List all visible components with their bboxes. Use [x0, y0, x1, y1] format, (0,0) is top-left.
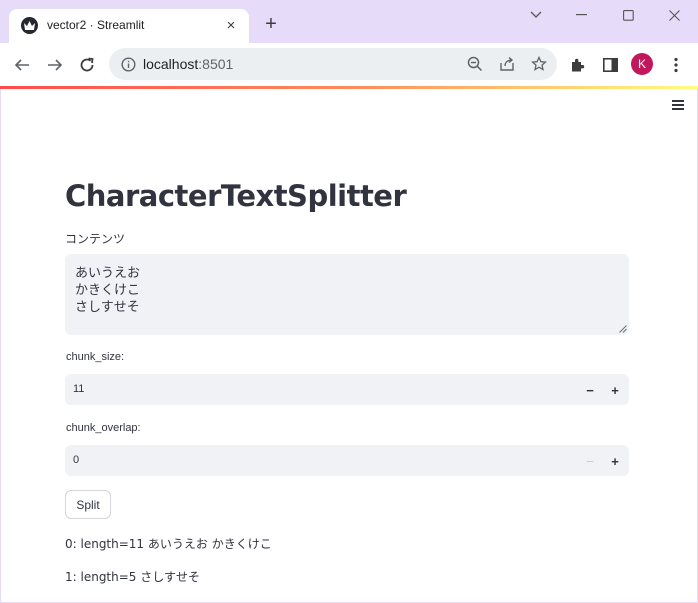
close-window-icon[interactable] [660, 4, 688, 26]
tab-search-icon[interactable] [522, 4, 550, 26]
new-tab-button[interactable]: + [260, 13, 282, 35]
chunk-overlap-input[interactable]: 0 − + [65, 445, 629, 476]
streamlit-crown-icon [21, 17, 38, 34]
address-bar[interactable]: localhost:8501 [109, 48, 557, 80]
chunk-size-input[interactable]: 11 − + [65, 374, 629, 405]
url-host: localhost [143, 56, 199, 72]
extensions-puzzle-icon[interactable] [568, 55, 588, 75]
tab-title: vector2 · Streamlit [47, 18, 145, 32]
forward-arrow-icon[interactable] [42, 52, 68, 78]
chunk-overlap-label: chunk_overlap: [66, 422, 141, 434]
content-textarea-value: あいうえお かきくけこ さしすせそ [75, 266, 141, 315]
result-line-0: 0: length=11 あいうえお かきくけこ [65, 537, 272, 551]
url-text: localhost:8501 [143, 56, 233, 72]
resize-grip-icon[interactable] [619, 325, 627, 333]
chunk-overlap-increment-button[interactable]: + [604, 450, 626, 472]
side-panel-icon[interactable] [600, 55, 620, 75]
chunk-size-value: 11 [73, 383, 85, 395]
site-info-icon[interactable] [119, 55, 137, 73]
maximize-icon[interactable] [614, 4, 642, 26]
chunk-size-increment-button[interactable]: + [604, 379, 626, 401]
zoom-out-icon[interactable] [466, 55, 484, 73]
share-icon[interactable] [498, 55, 516, 73]
chunk-size-decrement-button[interactable]: − [579, 379, 601, 401]
browser-tab[interactable]: vector2 · Streamlit × [9, 9, 249, 43]
more-menu-icon[interactable] [666, 55, 686, 75]
close-tab-icon[interactable]: × [222, 16, 240, 34]
streamlit-page: CharacterTextSplitter コンテンツ あいうえお かきくけこ … [1, 89, 697, 602]
browser-toolbar: localhost:8501 K [0, 43, 698, 86]
chunk-size-label: chunk_size: [66, 351, 125, 363]
chunk-overlap-value: 0 [73, 454, 80, 466]
minimize-icon[interactable] [568, 4, 596, 26]
url-port: :8501 [198, 56, 234, 72]
bookmark-star-icon[interactable] [530, 55, 548, 73]
hamburger-menu-icon[interactable] [670, 97, 686, 113]
reload-icon[interactable] [74, 52, 100, 78]
page-title: CharacterTextSplitter [65, 179, 407, 213]
content-label: コンテンツ [65, 232, 126, 246]
profile-avatar[interactable]: K [631, 53, 653, 75]
result-line-1: 1: length=5 さしすせそ [65, 570, 201, 584]
content-textarea[interactable]: あいうえお かきくけこ さしすせそ [65, 254, 629, 335]
back-arrow-icon[interactable] [9, 52, 35, 78]
chunk-overlap-decrement-button: − [586, 453, 594, 469]
browser-titlebar: vector2 · Streamlit × + [0, 0, 698, 43]
split-button[interactable]: Split [65, 490, 111, 519]
